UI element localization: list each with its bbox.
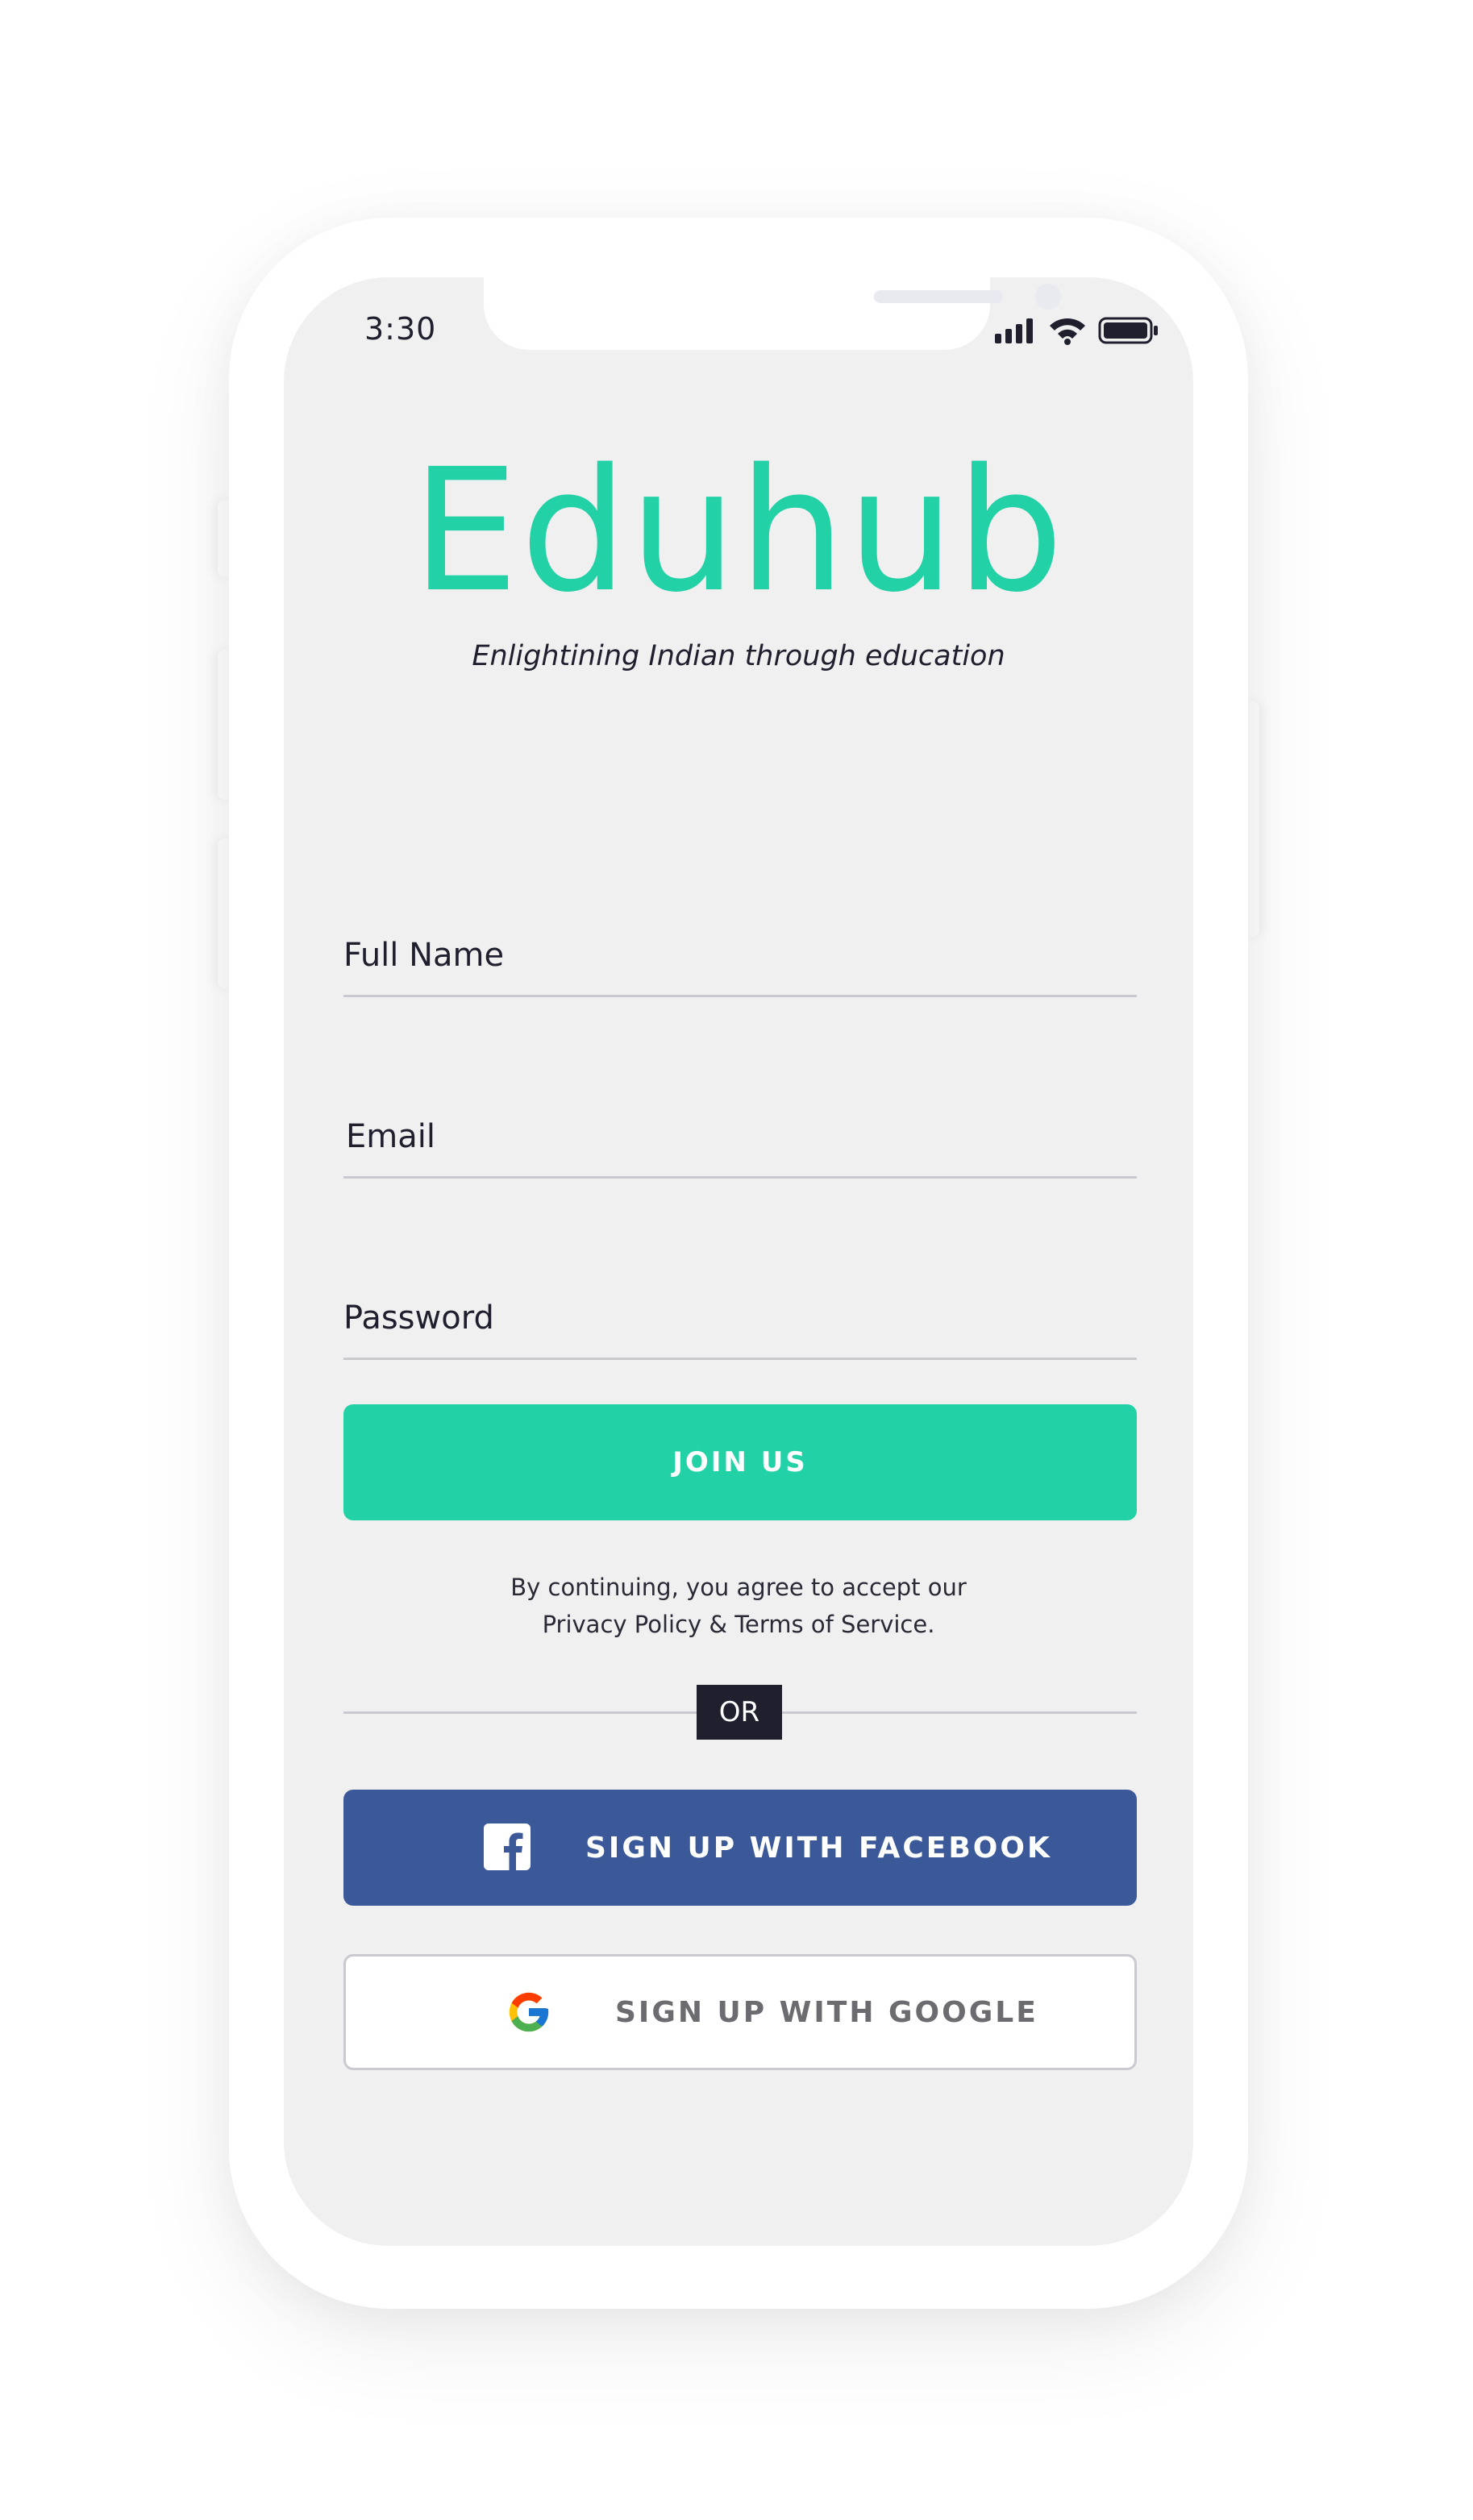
legal-line-1: By continuing, you agree to accept our — [510, 1574, 967, 1601]
status-time: 3:30 — [364, 311, 437, 347]
front-camera — [1035, 284, 1061, 310]
speaker — [874, 290, 1003, 303]
facebook-signup-label: SIGN UP WITH FACEBOOK — [585, 1831, 1052, 1865]
battery-icon — [1098, 316, 1159, 348]
signal-icon — [993, 318, 1037, 347]
google-icon — [506, 1989, 552, 2036]
status-icons — [993, 316, 1159, 348]
google-signup-button[interactable]: SIGN UP WITH GOOGLE — [343, 1954, 1137, 2070]
legal-line-2[interactable]: Privacy Policy & Terms of Service. — [284, 1606, 1193, 1643]
email-field[interactable]: Email — [343, 1104, 1137, 1179]
brand-logo: Eduhub — [411, 432, 1066, 630]
brand-tagline: Enlightining Indian through education — [472, 640, 1005, 672]
wifi-icon — [1048, 316, 1087, 348]
join-us-label: JOIN US — [672, 1446, 808, 1478]
notch — [484, 277, 1061, 350]
full-name-field[interactable]: Full Name — [343, 922, 1137, 997]
password-field[interactable]: Password — [343, 1285, 1137, 1360]
facebook-signup-button[interactable]: SIGN UP WITH FACEBOOK — [343, 1790, 1137, 1906]
password-label: Password — [343, 1300, 494, 1337]
email-label: Email — [346, 1118, 435, 1155]
app-screen: 3:30 Eduhub Enlightining Indian through … — [284, 277, 1193, 2246]
legal-notice: By continuing, you agree to accept our P… — [284, 1569, 1193, 1643]
join-us-button[interactable]: JOIN US — [343, 1404, 1137, 1520]
facebook-icon — [484, 1823, 531, 1870]
or-divider: OR — [697, 1685, 782, 1740]
page: 3:30 Eduhub Enlightining Indian through … — [0, 0, 1473, 2520]
full-name-label: Full Name — [343, 937, 505, 974]
google-signup-label: SIGN UP WITH GOOGLE — [615, 1995, 1038, 2029]
